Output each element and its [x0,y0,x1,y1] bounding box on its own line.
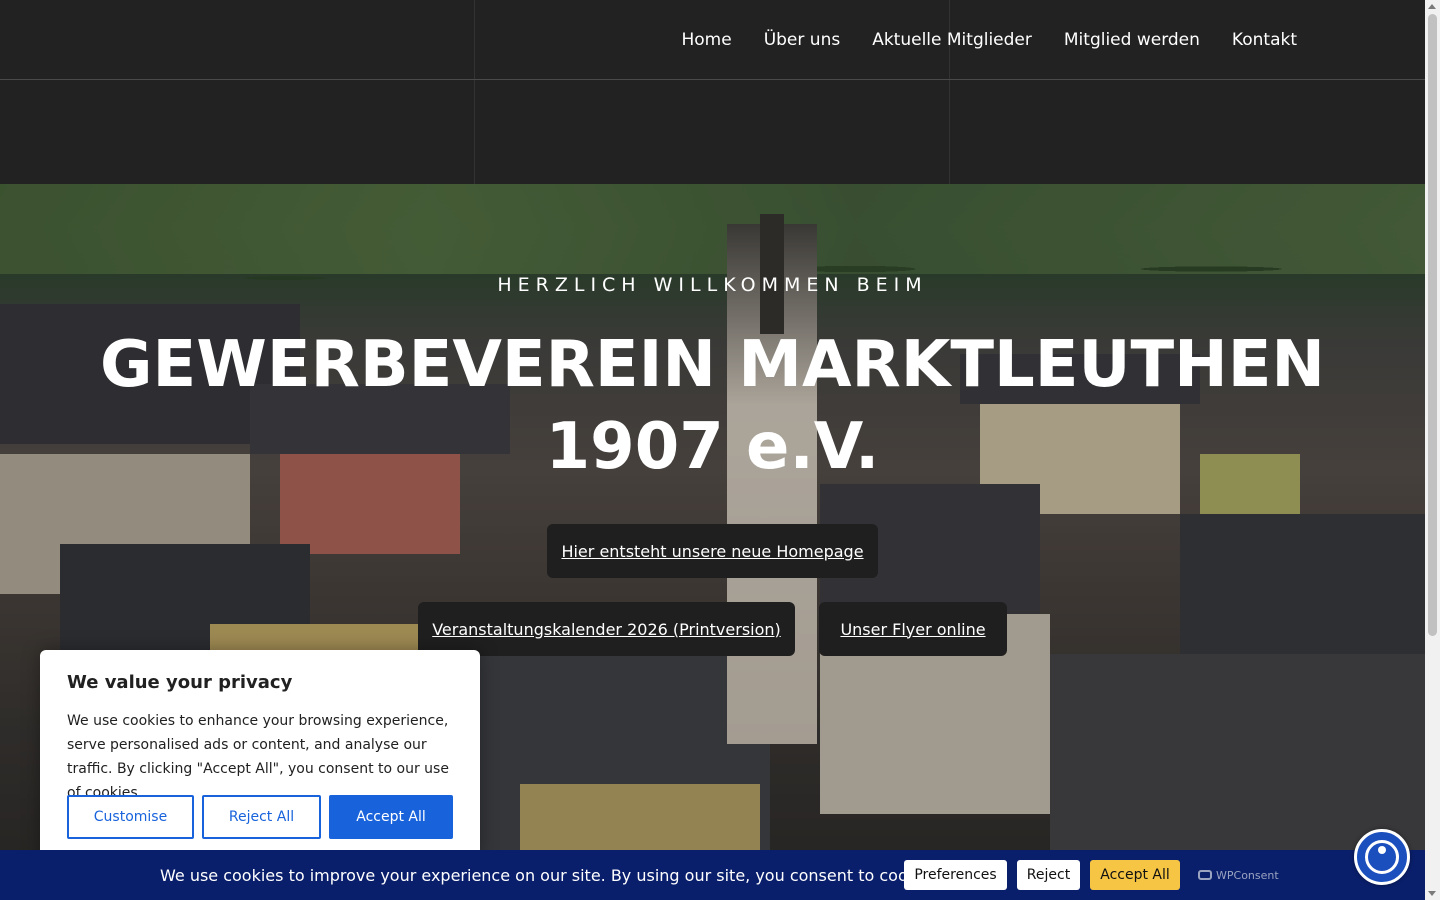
reject-button[interactable]: Reject [1017,860,1080,890]
wpconsent-logo-icon [1198,870,1212,880]
wpconsent-branding: WPConsent [1198,850,1279,900]
accessibility-icon[interactable] [1354,829,1410,885]
preferences-button[interactable]: Preferences [904,860,1007,890]
homepage-button[interactable]: Hier entsteht unsere neue Homepage [547,524,878,578]
privacy-dialog-buttons: Customise Reject All Accept All [67,795,453,839]
privacy-dialog-title: We value your privacy [67,672,293,693]
flyer-button[interactable]: Unser Flyer online [819,602,1007,656]
hero-title: GEWERBEVEREIN MARKTLEUTHEN 1907 e.V. [100,328,1325,484]
nav-item-home[interactable]: Home [682,30,732,50]
cookie-notice-bar: We use cookies to improve your experienc… [0,850,1425,900]
hero-subtitle: HERZLICH WILLKOMMEN BEIM [497,274,928,296]
reject-all-button[interactable]: Reject All [202,795,321,839]
header-divider [474,0,475,184]
site-header: Home Über uns Aktuelle Mitglieder Mitgli… [0,0,1425,184]
header-divider-horizontal [0,79,1425,80]
cookie-bar-message: We use cookies to improve your experienc… [160,865,945,885]
scrollbar-thumb[interactable] [1428,14,1437,636]
nav-item-aktuelle-mitglieder[interactable]: Aktuelle Mitglieder [872,30,1032,50]
nav-item-ueber-uns[interactable]: Über uns [764,30,841,50]
scroll-up-arrow-icon[interactable] [1428,4,1436,9]
privacy-dialog-text: We use cookies to enhance your browsing … [67,713,449,801]
nav-item-mitglied-werden[interactable]: Mitglied werden [1064,30,1200,50]
privacy-consent-dialog: We value your privacy We use cookies to … [40,650,480,860]
accept-all-bar-button[interactable]: Accept All [1090,860,1180,890]
scroll-down-arrow-icon[interactable] [1428,891,1436,896]
nav-item-kontakt[interactable]: Kontakt [1232,30,1297,50]
customise-button[interactable]: Customise [67,795,194,839]
wpconsent-label: WPConsent [1216,868,1279,882]
event-calendar-button[interactable]: Veranstaltungskalender 2026 (Printversio… [418,602,795,656]
accept-all-button[interactable]: Accept All [329,795,453,839]
page-scrollbar[interactable] [1425,0,1440,900]
main-navigation: Home Über uns Aktuelle Mitglieder Mitgli… [682,0,1298,79]
